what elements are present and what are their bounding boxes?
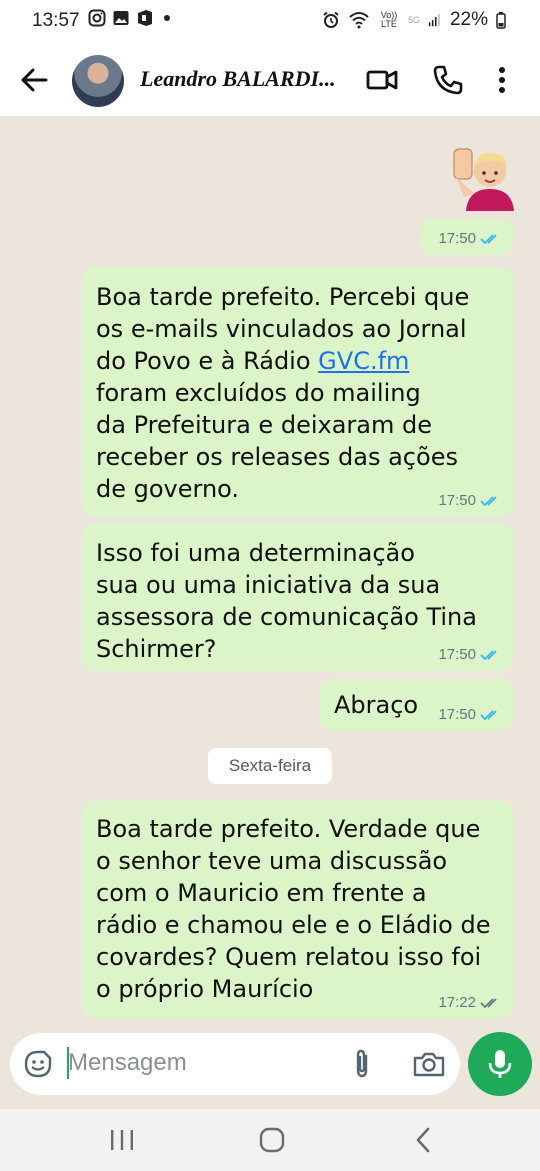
microphone-icon xyxy=(488,1050,512,1078)
status-time: 13:57 xyxy=(32,10,80,31)
paperclip-icon[interactable] xyxy=(346,1048,378,1080)
volte-label: Vo)) LTE xyxy=(380,10,398,29)
status-right-icons: Vo)) LTE 5G 22% xyxy=(322,9,506,31)
voice-call-icon[interactable] xyxy=(432,64,464,96)
instagram-icon xyxy=(88,9,106,27)
home-icon[interactable] xyxy=(258,1127,286,1153)
battery-percent: 22% xyxy=(449,9,488,30)
message-time: 17:50 xyxy=(438,706,476,723)
message-bubble[interactable]: Abraço 17:50 xyxy=(320,679,514,731)
date-separator: Sexta-feira xyxy=(208,748,332,784)
message-input-container[interactable]: Mensagem xyxy=(10,1033,460,1095)
microphone-button[interactable] xyxy=(468,1032,532,1096)
message-time: 17:50 xyxy=(438,492,476,509)
chat-area[interactable]: 17:50 Boa tarde prefeito. Percebi que os… xyxy=(0,117,540,1029)
message-time: 17:22 xyxy=(438,994,476,1011)
double-check-icon xyxy=(480,998,497,1009)
chat-header: Leandro BALARDI... xyxy=(0,44,540,117)
message-text: Boa tarde prefeito. Verdade que o senhor… xyxy=(96,815,491,1003)
message-time: 17:50 xyxy=(438,646,476,663)
back-arrow-icon[interactable] xyxy=(18,64,50,96)
contact-name[interactable]: Leandro BALARDI... xyxy=(140,66,350,92)
double-check-icon xyxy=(480,234,497,245)
message-bubble[interactable]: 17:50 xyxy=(420,219,514,255)
composer-bar: Mensagem xyxy=(0,1029,540,1109)
message-link[interactable]: GVC.fm xyxy=(318,347,409,375)
gallery-icon xyxy=(113,11,129,25)
status-left-icons xyxy=(88,9,170,27)
message-bubble[interactable]: Isso foi uma determinação sua ou uma ini… xyxy=(82,523,514,671)
emoji-message xyxy=(452,147,514,211)
system-navigation-bar xyxy=(0,1109,540,1171)
double-check-icon xyxy=(480,650,497,661)
sticker-emoji-icon[interactable] xyxy=(22,1048,54,1080)
back-nav-icon[interactable] xyxy=(410,1127,438,1153)
signal-icon xyxy=(428,13,440,27)
office-icon xyxy=(138,10,152,26)
double-check-icon xyxy=(480,496,497,507)
message-bubble[interactable]: Boa tarde prefeito. Verdade que o senhor… xyxy=(82,801,514,1019)
battery-icon xyxy=(496,12,506,29)
alarm-icon xyxy=(323,11,339,28)
message-input[interactable]: Mensagem xyxy=(68,1049,187,1077)
wifi-icon xyxy=(349,12,369,29)
video-call-icon[interactable] xyxy=(366,64,398,96)
message-text: Boa tarde prefeito. Percebi que os e-mai… xyxy=(96,283,470,503)
double-check-icon xyxy=(480,710,497,721)
recent-apps-icon[interactable] xyxy=(108,1127,136,1153)
notification-dot-icon xyxy=(164,15,170,21)
contact-avatar[interactable] xyxy=(72,55,124,107)
camera-icon[interactable] xyxy=(412,1048,446,1080)
status-bar: 13:57 Vo)) LTE 5G 22% xyxy=(0,0,540,44)
message-bubble[interactable]: Boa tarde prefeito. Percebi que os e-mai… xyxy=(82,267,514,517)
network-label: 5G xyxy=(407,14,420,25)
message-time: 17:50 xyxy=(438,230,476,247)
more-options-icon[interactable] xyxy=(494,64,510,96)
raised-hand-emoji-icon xyxy=(453,148,514,211)
